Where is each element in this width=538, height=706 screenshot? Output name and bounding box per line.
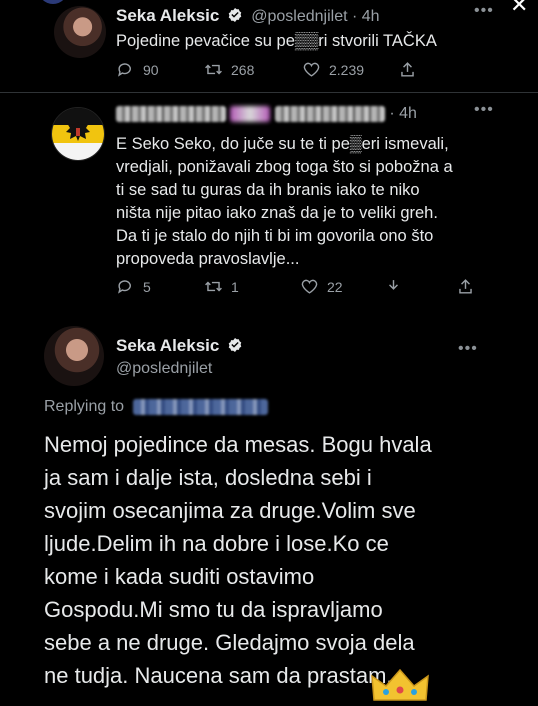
text-line: ti se sad tu guras da ih branis iako te …	[116, 181, 420, 199]
tweet-2-actions: 5 1 22	[0, 277, 538, 301]
avatar[interactable]	[44, 326, 104, 386]
like-count: 2.239	[329, 61, 365, 78]
text-line: propoveda pravoslavlje...	[116, 250, 300, 268]
tweet-1-header: Seka Aleksic @poslednjilet · 4h	[116, 6, 380, 26]
author-handle[interactable]: @poslednjilet	[116, 360, 212, 378]
avatar[interactable]	[54, 6, 106, 58]
blurred-name	[116, 105, 226, 122]
author-name[interactable]: Seka Aleksic	[116, 336, 219, 355]
text-line: ljude.Delim ih na dobre i lose.Ko ce	[44, 531, 389, 556]
tweet-text: Pojedine pevačice su pe▒▒ri stvorili TAČ…	[116, 32, 437, 50]
verified-icon	[228, 338, 242, 352]
text-line: ne tudja. Naucena sam da prastam.	[44, 663, 393, 688]
timestamp[interactable]: · 4h	[352, 8, 380, 25]
like-button[interactable]: 22	[300, 277, 343, 296]
share-button[interactable]	[398, 60, 417, 79]
replying-to: Replying to	[44, 398, 268, 416]
reply-button[interactable]: 90	[116, 60, 159, 79]
verified-icon	[228, 8, 242, 22]
imperial-flag-icon	[52, 108, 104, 160]
blurred-handle	[274, 105, 385, 122]
text-line: vredjali, ponižavali zbog toga što si po…	[116, 158, 453, 176]
crown-emoji-icon	[371, 668, 429, 701]
like-icon	[301, 279, 318, 294]
more-icon[interactable]: •••	[474, 2, 494, 20]
text-line: Da ti je stalo do njih ti bi im govorila…	[116, 227, 434, 245]
share-icon	[389, 280, 398, 290]
reply-count: 90	[143, 61, 159, 78]
reply-count: 5	[143, 278, 151, 295]
like-count: 22	[327, 278, 343, 295]
tweet-1-actions: 90 268 2.239	[0, 60, 538, 84]
avatar-flag[interactable]	[51, 107, 105, 161]
share-icon	[401, 62, 414, 77]
text-line: E Seko Seko, do juče su te ti pe▒eri ism…	[116, 135, 449, 153]
like-button[interactable]: 2.239	[302, 60, 364, 79]
tweet-2-header: · 4h	[116, 105, 417, 123]
reply-button[interactable]: 5	[116, 277, 151, 296]
share-button[interactable]	[456, 277, 475, 296]
main-tweet[interactable]: Seka Aleksic @poslednjilet ••• Replying …	[0, 318, 538, 701]
text-line: sebe a ne druge. Gledajmo svoja dela	[44, 630, 415, 655]
retweet-icon	[205, 64, 222, 75]
reply-icon	[118, 280, 131, 294]
blurred-replying-handle[interactable]	[132, 398, 268, 415]
author-name[interactable]: Seka Aleksic	[116, 6, 219, 25]
text-line: kome i kada suditi ostavimo	[44, 564, 315, 589]
retweet-button[interactable]: 268	[204, 60, 254, 79]
blurred-emoji	[230, 105, 271, 122]
share-button[interactable]	[384, 277, 403, 296]
more-icon[interactable]: •••	[474, 101, 494, 119]
retweet-button[interactable]: 1	[204, 277, 239, 296]
retweet-icon	[205, 281, 222, 292]
tweet-text: E Seko Seko, do juče su te ti pe▒eri ism…	[116, 133, 526, 271]
text-line: ja sam i dalje ista, dosledna sebi i	[44, 465, 372, 490]
retweet-count: 268	[231, 61, 255, 78]
retweet-count: 1	[231, 278, 239, 295]
tweet-2[interactable]: · 4h ••• E Seko Seko, do juče su te ti p…	[0, 93, 538, 315]
reply-icon	[118, 63, 131, 77]
text-line: Gospodu.Mi smo tu da ispravljamo	[44, 597, 383, 622]
main-author: Seka Aleksic	[116, 336, 243, 356]
share-icon	[459, 279, 472, 294]
author-handle[interactable]: @poslednjilet	[251, 8, 347, 25]
more-icon[interactable]: •••	[458, 340, 478, 358]
like-icon	[303, 62, 320, 77]
tweet-1[interactable]: Seka Aleksic @poslednjilet · 4h ••• Poje…	[0, 0, 538, 90]
text-line: ništa nije pitao iako znaš da je to veli…	[116, 204, 438, 222]
text-line: svojim osecanjima za druge.Volim sve	[44, 498, 416, 523]
replying-to-label: Replying to	[44, 398, 125, 415]
timestamp[interactable]: · 4h	[389, 105, 417, 122]
main-tweet-text: Nemoj pojedince da mesas. Bogu hvala ja …	[44, 428, 514, 692]
text-line: Nemoj pojedince da mesas. Bogu hvala	[44, 432, 432, 457]
